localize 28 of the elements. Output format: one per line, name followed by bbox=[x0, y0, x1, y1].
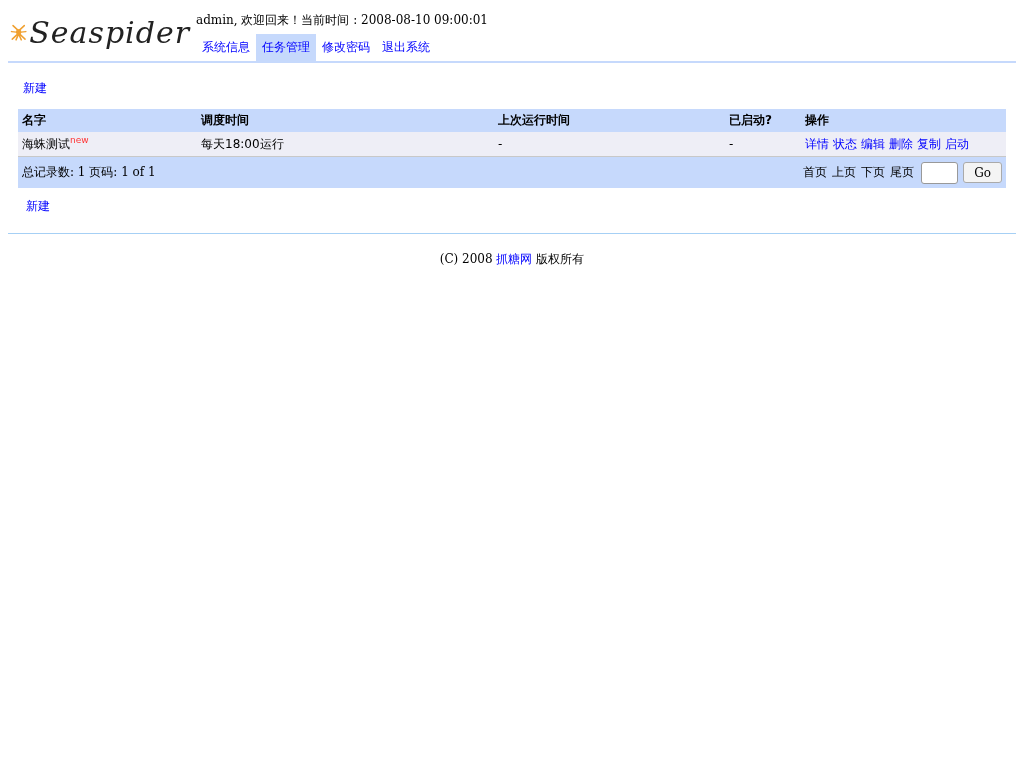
table-cell: 每天18:00运行 bbox=[197, 132, 494, 157]
go-button[interactable]: Go bbox=[963, 162, 1002, 183]
greeting-text: admin, 欢迎回来！当前时间 : 2008-08-10 09:00:01 bbox=[196, 12, 488, 29]
copyright-text: (C) 2008 抓糖网 版权所有 bbox=[438, 251, 586, 268]
nav-tab[interactable]: 修改密码 bbox=[316, 34, 376, 61]
site-link[interactable]: 抓糖网 bbox=[496, 252, 533, 266]
column-header: 名字 bbox=[18, 109, 197, 132]
action-link[interactable]: 编辑 bbox=[861, 135, 885, 153]
page-input-field[interactable] bbox=[921, 161, 959, 184]
nav-tab[interactable]: 退出系统 bbox=[376, 34, 436, 61]
new-link[interactable]: 新建 bbox=[23, 81, 47, 95]
action-link[interactable]: 详情 bbox=[805, 135, 829, 153]
column-header: 上次运行时间 bbox=[494, 109, 725, 132]
nav-tab[interactable]: 系统信息 bbox=[196, 34, 256, 61]
table-cell: - bbox=[494, 132, 725, 157]
action-link[interactable]: 启动 bbox=[945, 135, 969, 153]
action-link[interactable]: 状态 bbox=[833, 135, 857, 153]
action-link[interactable]: 删除 bbox=[889, 135, 913, 153]
record-summary: 总记录数: 1 页码: 1 of 1 bbox=[22, 164, 156, 181]
column-header: 已启动? bbox=[725, 109, 801, 132]
column-header: 调度时间 bbox=[197, 109, 494, 132]
action-link[interactable]: 复制 bbox=[917, 135, 941, 153]
nav-tab[interactable]: 任务管理 bbox=[256, 34, 316, 61]
logo-text: Seaspider bbox=[29, 14, 190, 50]
table-cell: - bbox=[725, 132, 801, 157]
table-cell: 海蛛测试$^{new}$ bbox=[18, 132, 197, 157]
column-header: 操作 bbox=[801, 109, 1006, 132]
new-link[interactable]: 新建 bbox=[26, 199, 50, 213]
